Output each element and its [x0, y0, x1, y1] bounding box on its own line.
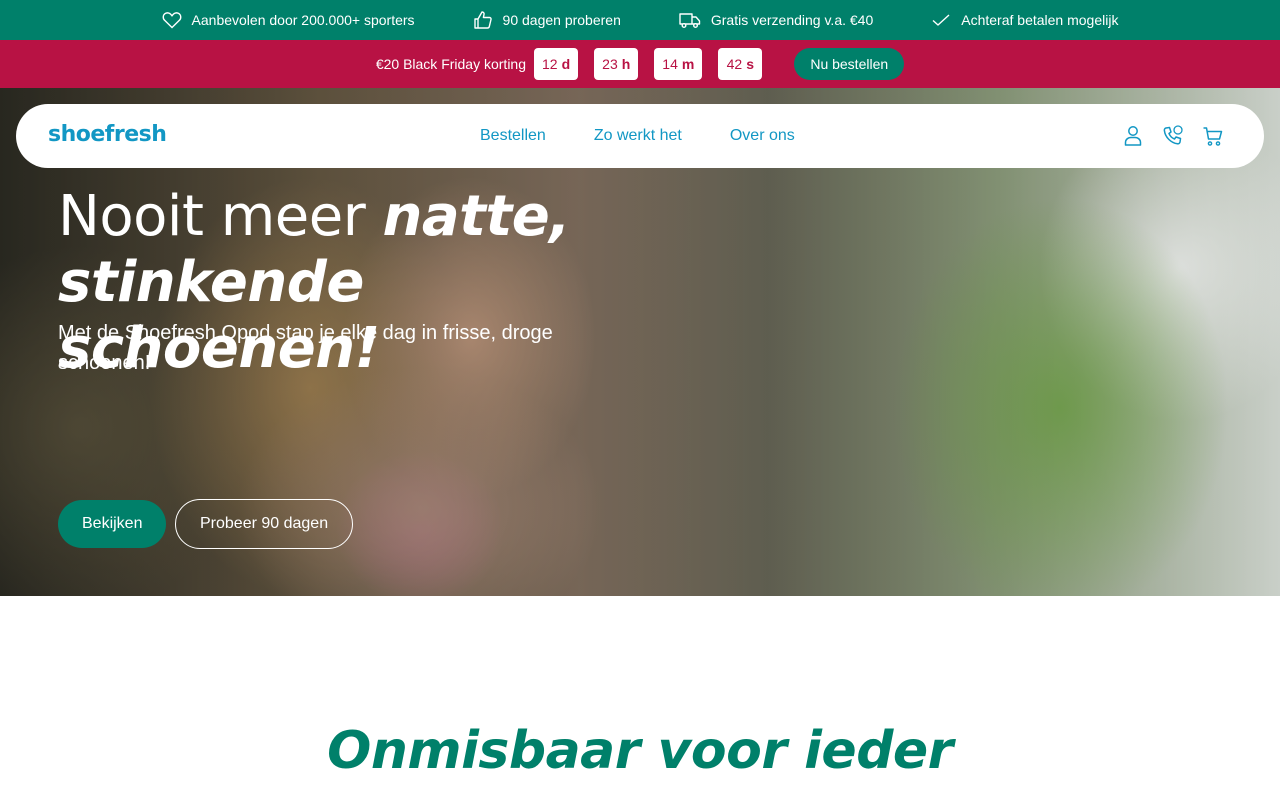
countdown-minutes: 14 m [654, 48, 703, 80]
phone-icon[interactable] [1162, 124, 1184, 148]
truck-icon [679, 13, 701, 28]
user-icon[interactable] [1122, 124, 1144, 148]
countdown-seconds: 42 s [718, 48, 763, 80]
countdown-unit: s [746, 56, 755, 72]
countdown-value: 23 [602, 56, 618, 72]
usp-label: Gratis verzending v.a. €40 [710, 12, 874, 28]
nav-item-over-ons[interactable]: Over ons [730, 127, 795, 145]
header-nav: shoefresh Bestellen Zo werkt het Over on… [16, 104, 1264, 168]
countdown-value: 12 [542, 56, 558, 72]
usp-bar: Aanbevolen door 200.000+ sporters 90 dag… [0, 0, 1280, 40]
nav-item-bestellen[interactable]: Bestellen [480, 127, 546, 145]
usp-label: 90 dagen proberen [502, 12, 621, 28]
checkmark-icon [932, 14, 950, 26]
usp-item-payment: Achteraf betalen mogelijk [931, 12, 1118, 28]
header-icons [1122, 124, 1224, 148]
hero-title-plain: Nooit meer [58, 184, 383, 249]
hero-title-emphasis: natte, [382, 184, 571, 249]
order-now-button[interactable]: Nu bestellen [794, 48, 905, 80]
cart-icon[interactable] [1202, 124, 1224, 148]
countdown-value: 42 [726, 56, 743, 72]
hero-subtitle: Met de Shoefresh Opod stap je elke dag i… [58, 322, 553, 374]
countdown-value: 14 [662, 56, 678, 72]
usp-item-trial: 90 dagen proberen [473, 10, 621, 30]
promo-text: €20 Black Friday korting [375, 56, 527, 72]
logo[interactable]: shoefresh [48, 122, 167, 147]
promo-bar: €20 Black Friday korting 12 d 23 h 14 m 42 s… [0, 40, 1280, 88]
countdown-unit: d [561, 56, 571, 72]
try-90-days-button[interactable]: Probeer 90 dagen [175, 499, 354, 549]
usp-label: Aanbevolen door 200.000+ sporters [191, 12, 415, 28]
section-heading: Onmisbaar voor ieder [327, 721, 953, 781]
usp-label: Achteraf betalen mogelijk [961, 12, 1119, 28]
countdown-unit: m [681, 56, 695, 72]
usp-item-shipping: Gratis verzending v.a. €40 [679, 11, 873, 29]
thumbs-up-icon [473, 11, 492, 29]
countdown-days: 12 d [534, 48, 579, 80]
nav-links: Bestellen Zo werkt het Over ons [480, 104, 795, 168]
countdown-hours: 23 h [594, 48, 639, 80]
countdown-unit: h [621, 56, 631, 72]
view-button[interactable]: Bekijken [58, 500, 167, 548]
heart-icon [162, 12, 181, 29]
usp-item-recommended: Aanbevolen door 200.000+ sporters [162, 11, 415, 29]
nav-item-zo-werkt-het[interactable]: Zo werkt het [594, 127, 682, 145]
